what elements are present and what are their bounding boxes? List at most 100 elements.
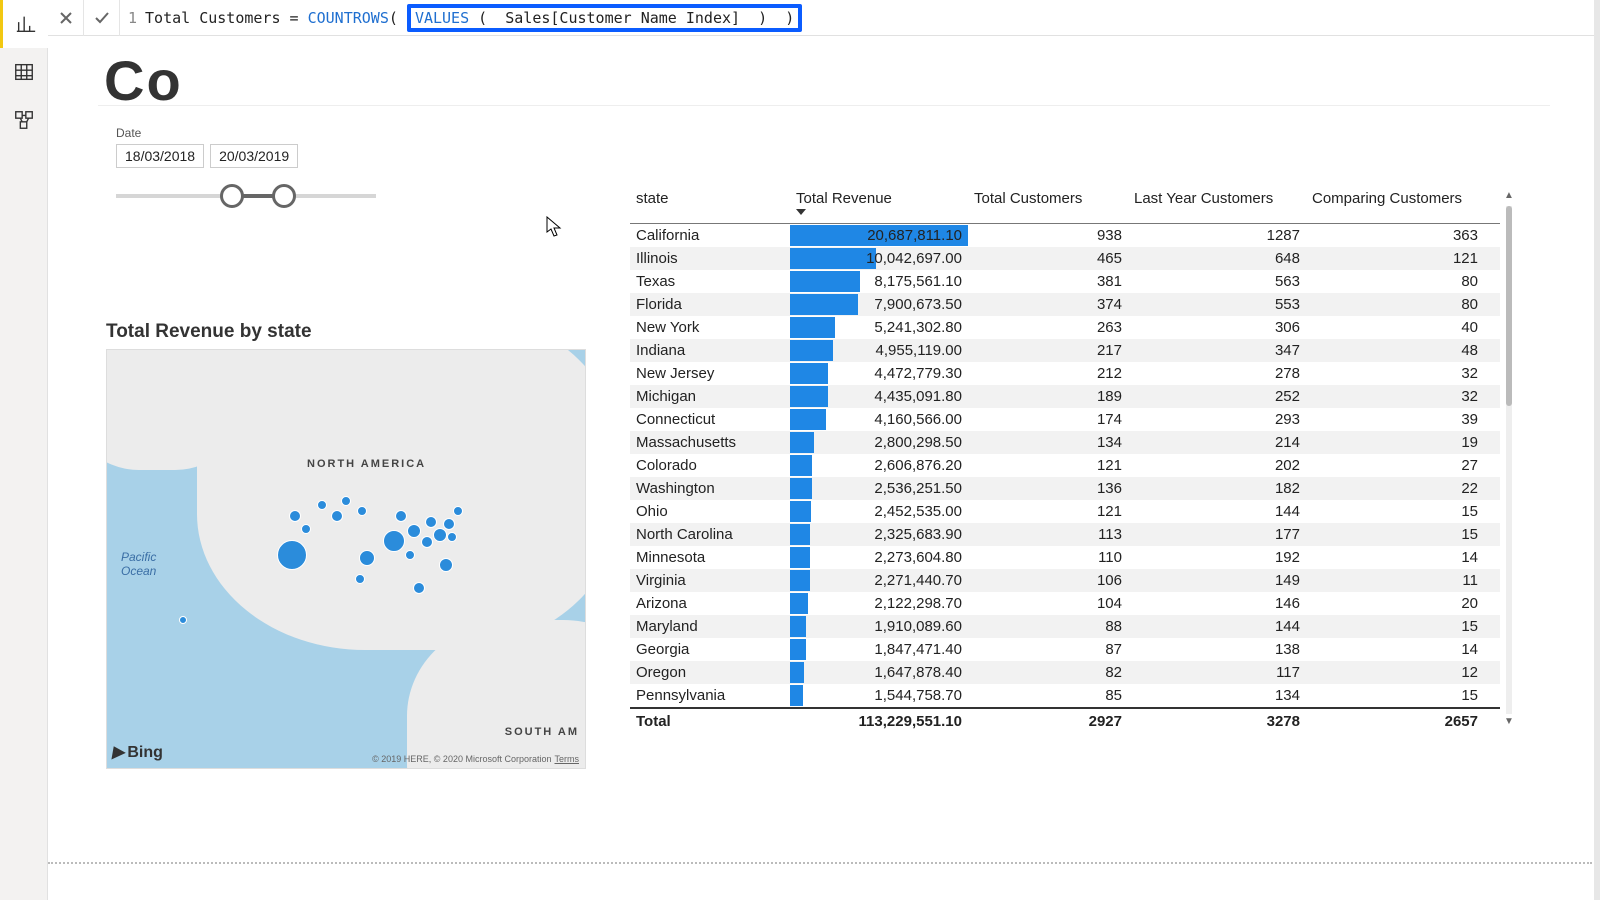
table-row[interactable]: Georgia1,847,471.408713814: [630, 638, 1500, 661]
table-row[interactable]: North Carolina2,325,683.9011317715: [630, 523, 1500, 546]
map-bubble[interactable]: [433, 528, 447, 542]
map-bubble[interactable]: [453, 506, 463, 516]
col-header-total-customers[interactable]: Total Customers: [968, 186, 1128, 223]
map-bubble[interactable]: [179, 616, 187, 624]
cell-last-year-customers: 214: [1128, 431, 1306, 454]
table-icon: [13, 61, 35, 83]
page-title: Co: [98, 48, 1550, 106]
map-canvas[interactable]: NORTH AMERICA SOUTH AM Pacific Ocean: [106, 349, 586, 769]
cell-total-revenue: 2,122,298.70: [790, 592, 968, 615]
table-row[interactable]: Maryland1,910,089.608814415: [630, 615, 1500, 638]
map-bubble[interactable]: [395, 510, 407, 522]
matrix-body[interactable]: California20,687,811.109381287363Illinoi…: [630, 224, 1500, 707]
cell-comparing-customers: 27: [1306, 454, 1484, 477]
cell-state: Florida: [630, 293, 790, 316]
date-from-input[interactable]: 18/03/2018: [116, 144, 204, 168]
formula-paren-open: (: [389, 9, 407, 27]
scroll-down-icon[interactable]: ▼: [1502, 716, 1516, 730]
right-pane-sash[interactable]: [1594, 0, 1600, 900]
map-bubble[interactable]: [439, 558, 453, 572]
table-row[interactable]: Massachusetts2,800,298.5013421419: [630, 431, 1500, 454]
map-label-pacific: Pacific Ocean: [121, 550, 156, 578]
date-range-slider[interactable]: [116, 176, 376, 214]
col-header-state[interactable]: state: [630, 186, 790, 223]
cell-total-revenue: 1,910,089.60: [790, 615, 968, 638]
table-row[interactable]: Ohio2,452,535.0012114415: [630, 500, 1500, 523]
cell-state: Illinois: [630, 247, 790, 270]
map-bubble[interactable]: [289, 510, 301, 522]
date-to-input[interactable]: 20/03/2019: [210, 144, 298, 168]
table-row[interactable]: Oregon1,647,878.408211712: [630, 661, 1500, 684]
cell-last-year-customers: 293: [1128, 408, 1306, 431]
formula-column-ref[interactable]: Sales[Customer Name Index]: [505, 9, 740, 27]
map-bubble[interactable]: [407, 524, 421, 538]
page-boundary-divider: [48, 862, 1592, 864]
report-view-button[interactable]: [0, 0, 48, 48]
table-row[interactable]: Washington2,536,251.5013618222: [630, 477, 1500, 500]
matrix-visual[interactable]: state Total Revenue Total Customers Last…: [630, 186, 1500, 746]
map-bubble[interactable]: [317, 500, 327, 510]
cell-comparing-customers: 11: [1306, 569, 1484, 592]
col-header-total-revenue[interactable]: Total Revenue: [790, 186, 968, 223]
cell-state: Minnesota: [630, 546, 790, 569]
map-bubble[interactable]: [421, 536, 433, 548]
commit-formula-button[interactable]: [84, 0, 120, 36]
table-row[interactable]: Illinois10,042,697.00465648121: [630, 247, 1500, 270]
map-bubble[interactable]: [405, 550, 415, 560]
map-visual[interactable]: Total Revenue by state NORTH AMERICA SOU…: [106, 321, 586, 769]
map-bubble[interactable]: [355, 574, 365, 584]
slider-handle-from[interactable]: [220, 184, 244, 208]
map-bubble[interactable]: [359, 550, 375, 566]
cell-total-customers: 134: [968, 431, 1128, 454]
table-row[interactable]: New York5,241,302.8026330640: [630, 316, 1500, 339]
cell-total-customers: 113: [968, 523, 1128, 546]
cell-total-revenue: 7,900,673.50: [790, 293, 968, 316]
date-slicer[interactable]: Date 18/03/2018 20/03/2019: [116, 126, 376, 214]
cell-comparing-customers: 39: [1306, 408, 1484, 431]
map-terms-link[interactable]: Terms: [555, 754, 580, 764]
cell-last-year-customers: 149: [1128, 569, 1306, 592]
table-row[interactable]: Minnesota2,273,604.8011019214: [630, 546, 1500, 569]
table-row[interactable]: Colorado2,606,876.2012120227: [630, 454, 1500, 477]
formula-measure-name[interactable]: Total Customers: [145, 9, 280, 27]
map-bubble[interactable]: [447, 532, 457, 542]
formula-bar[interactable]: 1 Total Customers = COUNTROWS ( VALUES (…: [48, 0, 1600, 36]
map-bubble[interactable]: [331, 510, 343, 522]
map-bubble[interactable]: [425, 516, 437, 528]
report-canvas[interactable]: Co Date 18/03/2018 20/03/2019 Total Reve…: [48, 36, 1600, 900]
cancel-formula-button[interactable]: [48, 0, 84, 36]
table-row[interactable]: Michigan4,435,091.8018925232: [630, 385, 1500, 408]
table-row[interactable]: Texas8,175,561.1038156380: [630, 270, 1500, 293]
scroll-thumb[interactable]: [1506, 206, 1512, 406]
map-bubble[interactable]: [383, 530, 405, 552]
formula-selection-highlight: VALUES ( Sales[Customer Name Index] ) ): [407, 4, 802, 32]
table-row[interactable]: California20,687,811.109381287363: [630, 224, 1500, 247]
map-bubble[interactable]: [301, 524, 311, 534]
table-row[interactable]: Florida7,900,673.5037455380: [630, 293, 1500, 316]
map-bubble[interactable]: [413, 582, 425, 594]
col-header-last-year-customers[interactable]: Last Year Customers: [1128, 186, 1306, 223]
table-row[interactable]: Connecticut4,160,566.0017429339: [630, 408, 1500, 431]
map-bubble[interactable]: [443, 518, 455, 530]
cell-total-customers: 121: [968, 500, 1128, 523]
map-bubble[interactable]: [357, 506, 367, 516]
cell-comparing-customers: 80: [1306, 270, 1484, 293]
cell-total-customers: 88: [968, 615, 1128, 638]
table-row[interactable]: Pennsylvania1,544,758.708513415: [630, 684, 1500, 707]
map-bubble[interactable]: [277, 540, 307, 570]
data-view-button[interactable]: [0, 48, 48, 96]
table-row[interactable]: New Jersey4,472,779.3021227832: [630, 362, 1500, 385]
slider-handle-to[interactable]: [272, 184, 296, 208]
formula-fn-countrows[interactable]: COUNTROWS: [308, 9, 389, 27]
table-row[interactable]: Arizona2,122,298.7010414620: [630, 592, 1500, 615]
formula-fn-values[interactable]: VALUES: [415, 9, 469, 27]
total-last-year-customers: 3278: [1128, 709, 1306, 734]
model-view-button[interactable]: [0, 96, 48, 144]
cell-total-revenue: 2,325,683.90: [790, 523, 968, 546]
scroll-up-icon[interactable]: ▲: [1502, 190, 1516, 204]
table-row[interactable]: Virginia2,271,440.7010614911: [630, 569, 1500, 592]
col-header-comparing-customers[interactable]: Comparing Customers: [1306, 186, 1484, 223]
map-bubble[interactable]: [341, 496, 351, 506]
table-row[interactable]: Indiana4,955,119.0021734748: [630, 339, 1500, 362]
matrix-scrollbar[interactable]: ▲ ▼: [1502, 190, 1516, 730]
